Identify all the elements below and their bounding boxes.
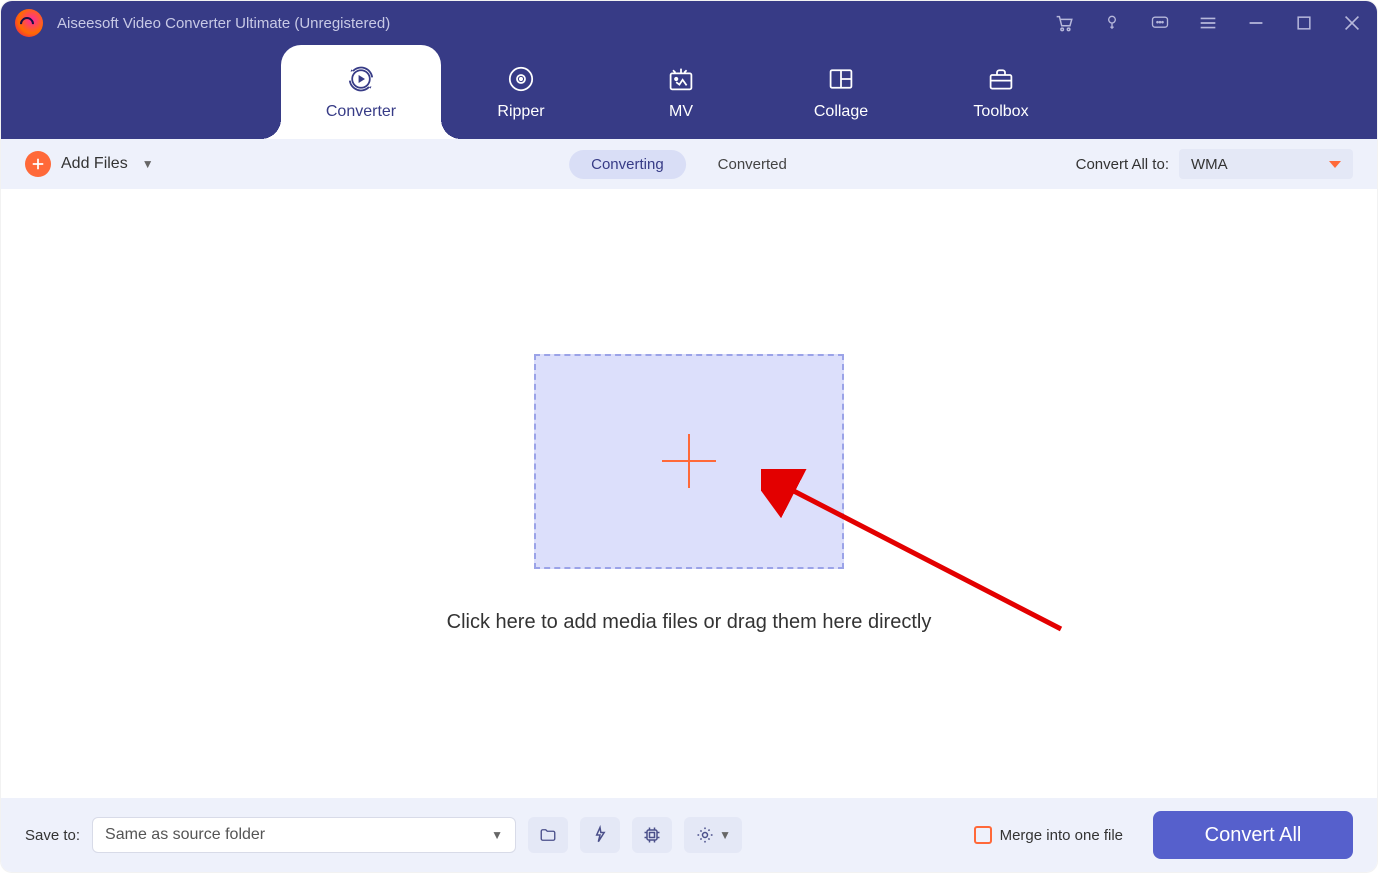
cart-icon[interactable] bbox=[1053, 12, 1075, 34]
toolbar: Add Files ▼ Converting Converted Convert… bbox=[1, 139, 1377, 189]
main-area: Click here to add media files or drag th… bbox=[1, 189, 1377, 798]
window-controls bbox=[1053, 12, 1363, 34]
app-title: Aiseesoft Video Converter Ultimate (Unre… bbox=[57, 15, 390, 32]
open-folder-button[interactable] bbox=[528, 817, 568, 853]
tab-converted[interactable]: Converted bbox=[696, 150, 809, 179]
tab-mv[interactable]: MV bbox=[601, 45, 761, 139]
merge-label: Merge into one file bbox=[1000, 827, 1123, 844]
add-files-button[interactable]: Add Files ▼ bbox=[25, 151, 154, 177]
footer: Save to: Same as source folder ▼ ▼ Merge… bbox=[1, 798, 1377, 872]
merge-checkbox[interactable]: Merge into one file bbox=[974, 826, 1123, 844]
tab-toolbox[interactable]: Toolbox bbox=[921, 45, 1081, 139]
settings-button[interactable]: ▼ bbox=[684, 817, 742, 853]
tab-label: Ripper bbox=[497, 103, 544, 121]
minimize-icon[interactable] bbox=[1245, 12, 1267, 34]
menu-icon[interactable] bbox=[1197, 12, 1219, 34]
high-speed-off-button[interactable] bbox=[580, 817, 620, 853]
tab-label: Toolbox bbox=[973, 103, 1028, 121]
convert-all-to: Convert All to: WMA bbox=[1076, 149, 1353, 179]
dropdown-arrow-icon bbox=[1329, 161, 1341, 168]
format-select[interactable]: WMA bbox=[1179, 149, 1353, 179]
key-icon[interactable] bbox=[1101, 12, 1123, 34]
maximize-icon[interactable] bbox=[1293, 12, 1315, 34]
tab-converter[interactable]: Converter bbox=[281, 45, 441, 139]
converter-icon bbox=[345, 63, 377, 95]
chevron-down-icon: ▼ bbox=[142, 157, 154, 171]
save-path-select[interactable]: Same as source folder ▼ bbox=[92, 817, 516, 853]
tab-label: Collage bbox=[814, 103, 868, 121]
dropzone[interactable] bbox=[534, 354, 844, 569]
titlebar: Aiseesoft Video Converter Ultimate (Unre… bbox=[1, 1, 1377, 45]
tab-label: Converter bbox=[326, 103, 396, 121]
gpu-off-button[interactable] bbox=[632, 817, 672, 853]
status-segment: Converting Converted bbox=[569, 150, 809, 179]
tab-converting[interactable]: Converting bbox=[569, 150, 686, 179]
plus-circle-icon bbox=[25, 151, 51, 177]
header: Aiseesoft Video Converter Ultimate (Unre… bbox=[1, 1, 1377, 139]
plus-icon bbox=[662, 434, 716, 488]
add-files-label: Add Files bbox=[61, 155, 128, 173]
save-to-label: Save to: bbox=[25, 827, 80, 844]
app-window: Aiseesoft Video Converter Ultimate (Unre… bbox=[0, 0, 1378, 873]
chevron-down-icon: ▼ bbox=[491, 828, 503, 842]
dropzone-hint: Click here to add media files or drag th… bbox=[447, 611, 932, 634]
tab-ripper[interactable]: Ripper bbox=[441, 45, 601, 139]
toolbox-icon bbox=[985, 63, 1017, 95]
tab-label: MV bbox=[669, 103, 693, 121]
chevron-down-icon: ▼ bbox=[719, 828, 731, 842]
format-value: WMA bbox=[1191, 156, 1228, 173]
tab-collage[interactable]: Collage bbox=[761, 45, 921, 139]
nav-tabs: Converter Ripper MV Collage Toolbox bbox=[1, 45, 1377, 139]
feedback-icon[interactable] bbox=[1149, 12, 1171, 34]
save-path-value: Same as source folder bbox=[105, 826, 265, 844]
collage-icon bbox=[825, 63, 857, 95]
checkbox-icon bbox=[974, 826, 992, 844]
mv-icon bbox=[665, 63, 697, 95]
convert-all-button[interactable]: Convert All bbox=[1153, 811, 1353, 859]
app-logo-icon bbox=[15, 9, 43, 37]
convert-all-to-label: Convert All to: bbox=[1076, 156, 1169, 173]
close-icon[interactable] bbox=[1341, 12, 1363, 34]
ripper-icon bbox=[505, 63, 537, 95]
